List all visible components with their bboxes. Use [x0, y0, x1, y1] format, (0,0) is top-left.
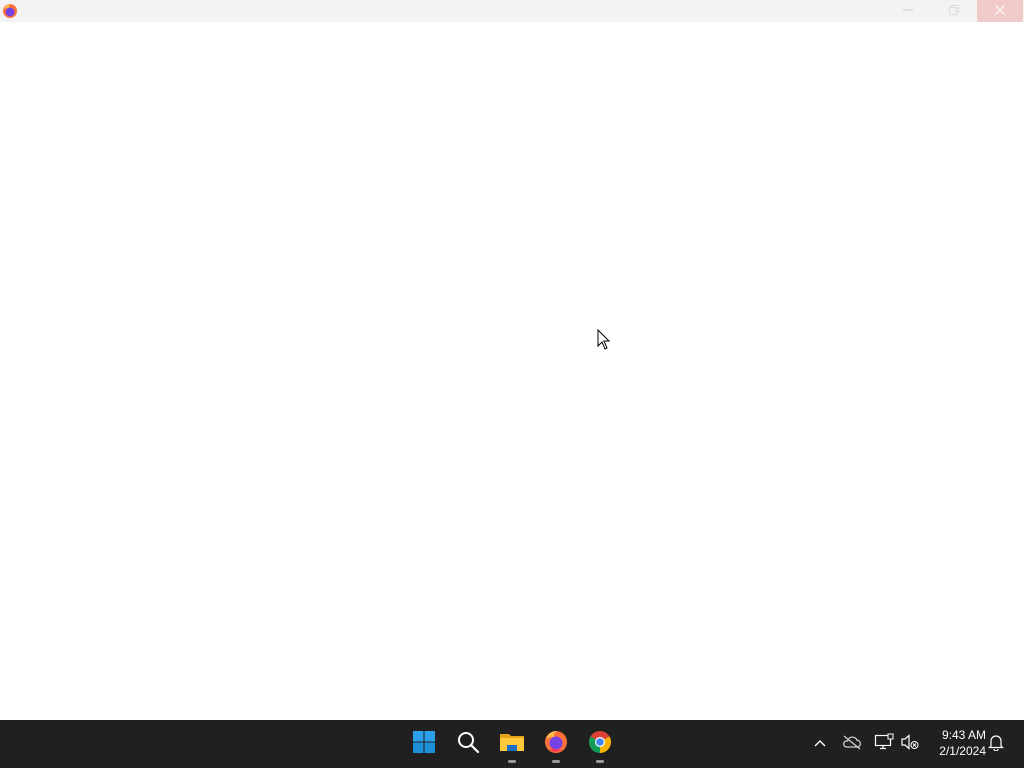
volume-muted-icon: [900, 733, 920, 756]
restore-button[interactable]: [931, 0, 977, 22]
search-icon: [456, 730, 480, 759]
window-content-area[interactable]: [0, 22, 1024, 720]
taskbar-clock[interactable]: 9:43 AM 2/1/2024: [926, 727, 986, 759]
clock-time: 9:43 AM: [941, 728, 986, 742]
network-tray-button[interactable]: [872, 732, 896, 756]
taskbar-chrome[interactable]: [580, 720, 620, 768]
onedrive-tray-button[interactable]: [840, 732, 864, 756]
chevron-up-icon: [813, 735, 827, 753]
chrome-icon: [588, 730, 612, 759]
minimize-icon: [903, 2, 913, 20]
taskbar: 9:43 AM 2/1/2024: [0, 720, 1024, 768]
folder-icon: [499, 730, 525, 759]
taskbar-firefox[interactable]: [536, 720, 576, 768]
running-indicator: [596, 760, 604, 763]
taskbar-search-button[interactable]: [448, 720, 488, 768]
running-indicator: [508, 760, 516, 763]
running-indicator: [552, 760, 560, 763]
mouse-pointer-icon: [597, 328, 611, 351]
close-button[interactable]: [977, 0, 1023, 22]
firefox-icon: [544, 730, 568, 759]
firefox-icon: [2, 3, 18, 19]
taskbar-file-explorer[interactable]: [492, 720, 532, 768]
minimize-button[interactable]: [885, 0, 931, 22]
volume-tray-button[interactable]: [898, 732, 922, 756]
network-icon: [874, 733, 894, 756]
windows-logo-icon: [412, 730, 436, 759]
desktop-screen: 9:43 AM 2/1/2024: [0, 0, 1024, 768]
restore-icon: [949, 2, 959, 20]
window-title-bar[interactable]: [0, 0, 1024, 22]
onedrive-offline-icon: [842, 734, 862, 755]
start-button[interactable]: [404, 720, 444, 768]
show-hidden-icons-button[interactable]: [808, 732, 832, 756]
notification-bell-icon: [988, 733, 1004, 756]
clock-date: 2/1/2024: [939, 744, 986, 758]
close-icon: [994, 2, 1006, 20]
notifications-button[interactable]: [984, 732, 1008, 756]
